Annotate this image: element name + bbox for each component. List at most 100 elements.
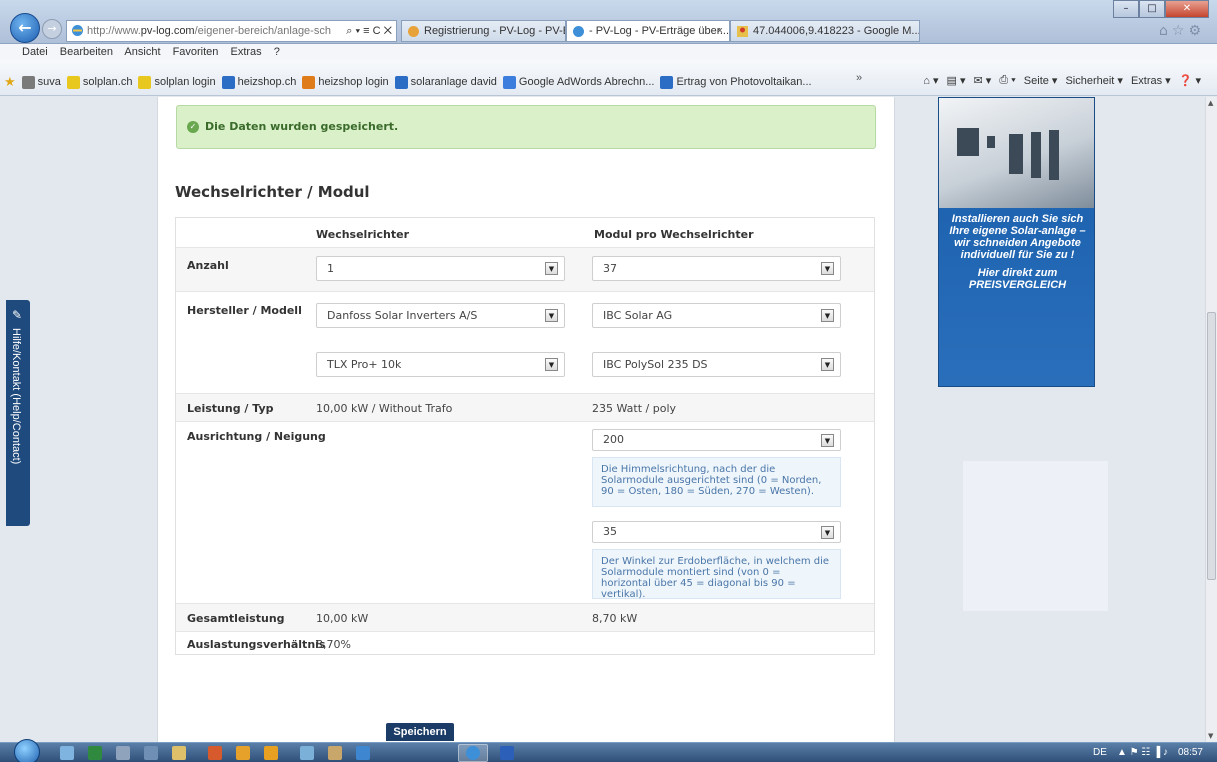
taskbar-app-icon[interactable]: [172, 746, 186, 760]
forward-button[interactable]: →: [42, 19, 62, 39]
fav-solplan-login[interactable]: solplan login: [138, 75, 216, 89]
tab-label: - PV-Log - PV-Erträge über...: [589, 25, 730, 37]
address-bar[interactable]: http://www.pv-log.com/eigener-bereich/an…: [66, 20, 397, 42]
inverter-count-select[interactable]: 1 ▼: [316, 256, 565, 281]
tab-label: 47.044006,9.418223 - Google M...: [753, 25, 920, 37]
menu-bearbeiten[interactable]: Bearbeiten: [60, 46, 113, 58]
scroll-up-icon[interactable]: ▲: [1208, 99, 1213, 107]
address-path: /eigener-bereich/anlage-sch: [194, 25, 331, 37]
chevron-down-icon: ▼: [821, 309, 834, 322]
fav-google-adwords[interactable]: Google AdWords Abrechn...: [502, 75, 654, 89]
menu-help[interactable]: ?: [274, 46, 280, 58]
address-prefix: http://www.: [87, 25, 141, 37]
fav-ertrag[interactable]: Ertrag von Photovoltaikan...: [660, 75, 812, 89]
taskbar-app-icon[interactable]: [208, 746, 222, 760]
inverter-model-select[interactable]: TLX Pro+ 10k ▼: [316, 352, 565, 377]
maximize-button[interactable]: □: [1139, 0, 1165, 18]
help-contact-label: Hilfe/Kontakt (Help/Contact): [10, 328, 22, 465]
save-button[interactable]: Speichern: [386, 723, 454, 741]
row-leistung: Leistung / Typ 10,00 kW / Without Trafo …: [176, 394, 874, 422]
taskbar-app-icon[interactable]: [300, 746, 314, 760]
taskbar-app-icon[interactable]: [144, 746, 158, 760]
start-button[interactable]: [14, 739, 40, 762]
tab-pv-log[interactable]: - PV-Log - PV-Erträge über... ×: [566, 20, 730, 42]
check-icon: ✓: [187, 121, 199, 133]
address-tools-icon[interactable]: ⌕ ▾ ≡ C ✕: [344, 21, 392, 41]
ad-cta[interactable]: Hier direkt zum PREISVERGLEICH: [945, 267, 1090, 291]
taskbar-app-icon[interactable]: [236, 746, 250, 760]
minimize-button[interactable]: –: [1113, 0, 1139, 18]
tab-google-maps[interactable]: 47.044006,9.418223 - Google M...: [730, 20, 920, 42]
tilt-select[interactable]: 35 ▼: [592, 521, 841, 543]
favorites-more-icon[interactable]: »: [856, 72, 862, 84]
inverter-module-form: Wechselrichter Modul pro Wechselrichter …: [175, 217, 875, 655]
module-count-select[interactable]: 37 ▼: [592, 256, 841, 281]
taskbar-app-icon[interactable]: [328, 746, 342, 760]
chevron-down-icon: ▼: [545, 262, 558, 275]
tray-icons[interactable]: ▲ ⚑ ☷ ▐ ♪: [1117, 745, 1168, 761]
fav-solplan[interactable]: solplan.ch: [66, 75, 132, 89]
tab-close-icon[interactable]: ×: [717, 21, 723, 41]
maps-favicon: [737, 26, 748, 37]
module-model-select[interactable]: IBC PolySol 235 DS ▼: [592, 352, 841, 377]
main-panel: ✓ Die Daten wurden gespeichert. Wechselr…: [157, 97, 895, 742]
print-menu[interactable]: ⎙ ▾: [999, 74, 1015, 87]
feeds-menu[interactable]: ▤ ▾: [947, 74, 966, 87]
total-inverter-power: 10,00 kW: [316, 612, 369, 625]
taskbar-explorer-icon[interactable]: [60, 746, 74, 760]
fav-suva-icon: [21, 75, 35, 89]
page-scrollbar[interactable]: ▲ ▼: [1205, 97, 1217, 742]
page-viewport: ✓ Die Daten wurden gespeichert. Wechselr…: [0, 97, 1205, 742]
mail-menu[interactable]: ✉ ▾: [974, 74, 992, 87]
solar-ad-banner[interactable]: Installieren auch Sie sich Ihre eigene S…: [938, 97, 1095, 387]
success-message: ✓ Die Daten wurden gespeichert.: [176, 105, 876, 149]
tab-favicon: [573, 26, 584, 37]
taskbar-app-icon[interactable]: [356, 746, 370, 760]
megaphone-icon: ✎: [12, 308, 23, 322]
home-favorites-tools-icons[interactable]: ⌂☆⚙: [1159, 23, 1205, 39]
tab-registrierung[interactable]: Registrierung - PV-Log - PV-Er...: [401, 20, 566, 42]
home-menu[interactable]: ⌂ ▾: [923, 74, 938, 87]
row-auslastung: Auslastungsverhältnis 8,70%: [176, 632, 874, 656]
page-menu[interactable]: Seite ▾: [1024, 74, 1058, 87]
language-indicator[interactable]: DE: [1093, 745, 1107, 761]
col-inverter-heading: Wechselrichter: [316, 228, 410, 241]
menu-extras[interactable]: Extras: [230, 46, 261, 58]
inverter-maker-select[interactable]: Danfoss Solar Inverters A/S ▼: [316, 303, 565, 328]
menu-datei[interactable]: Datei: [22, 46, 48, 58]
favorites-star-icon[interactable]: ★: [4, 74, 16, 90]
fav-heizshop[interactable]: heizshop.ch: [221, 75, 296, 89]
taskbar-excel-icon[interactable]: [88, 746, 102, 760]
taskbar-app-icon[interactable]: [116, 746, 130, 760]
address-domain: pv-log.com: [140, 25, 195, 37]
label-leistung: Leistung / Typ: [187, 402, 274, 415]
scroll-thumb[interactable]: [1207, 312, 1216, 580]
chevron-down-icon: ▼: [821, 526, 834, 539]
close-window-button[interactable]: ✕: [1165, 0, 1209, 18]
window-controls: – □ ✕: [1113, 0, 1209, 20]
back-button[interactable]: ←: [10, 13, 40, 43]
browser-titlebar: ← → http://www.pv-log.com/eigener-bereic…: [0, 0, 1217, 44]
taskbar-outlook-icon[interactable]: [264, 746, 278, 760]
module-maker-select[interactable]: IBC Solar AG ▼: [592, 303, 841, 328]
scroll-down-icon[interactable]: ▼: [1208, 732, 1213, 740]
ie-page-icon: [72, 25, 83, 36]
taskbar-ie-icon[interactable]: [466, 746, 480, 760]
header-row: Wechselrichter Modul pro Wechselrichter: [176, 218, 874, 248]
inverter-power-value: 10,00 kW / Without Trafo: [316, 402, 453, 415]
fav-suva[interactable]: suva: [21, 75, 61, 89]
fav-heizshop-login[interactable]: heizshop login: [302, 75, 389, 89]
chevron-down-icon: ▼: [821, 358, 834, 371]
chevron-down-icon: ▼: [821, 434, 834, 447]
menu-ansicht[interactable]: Ansicht: [124, 46, 160, 58]
help-menu[interactable]: ❓ ▾: [1179, 74, 1201, 87]
taskbar-word-icon[interactable]: [500, 746, 514, 760]
safety-menu[interactable]: Sicherheit ▾: [1065, 74, 1123, 87]
clock[interactable]: 08:57: [1178, 745, 1203, 761]
fav-solaranlage-david[interactable]: solaranlage david: [394, 75, 497, 89]
fav-heizshop-login-icon: [302, 75, 316, 89]
menu-favoriten[interactable]: Favoriten: [173, 46, 219, 58]
tools-menu[interactable]: Extras ▾: [1131, 74, 1171, 87]
orientation-select[interactable]: 200 ▼: [592, 429, 841, 451]
help-contact-tab[interactable]: ✎ Hilfe/Kontakt (Help/Contact): [6, 300, 30, 526]
